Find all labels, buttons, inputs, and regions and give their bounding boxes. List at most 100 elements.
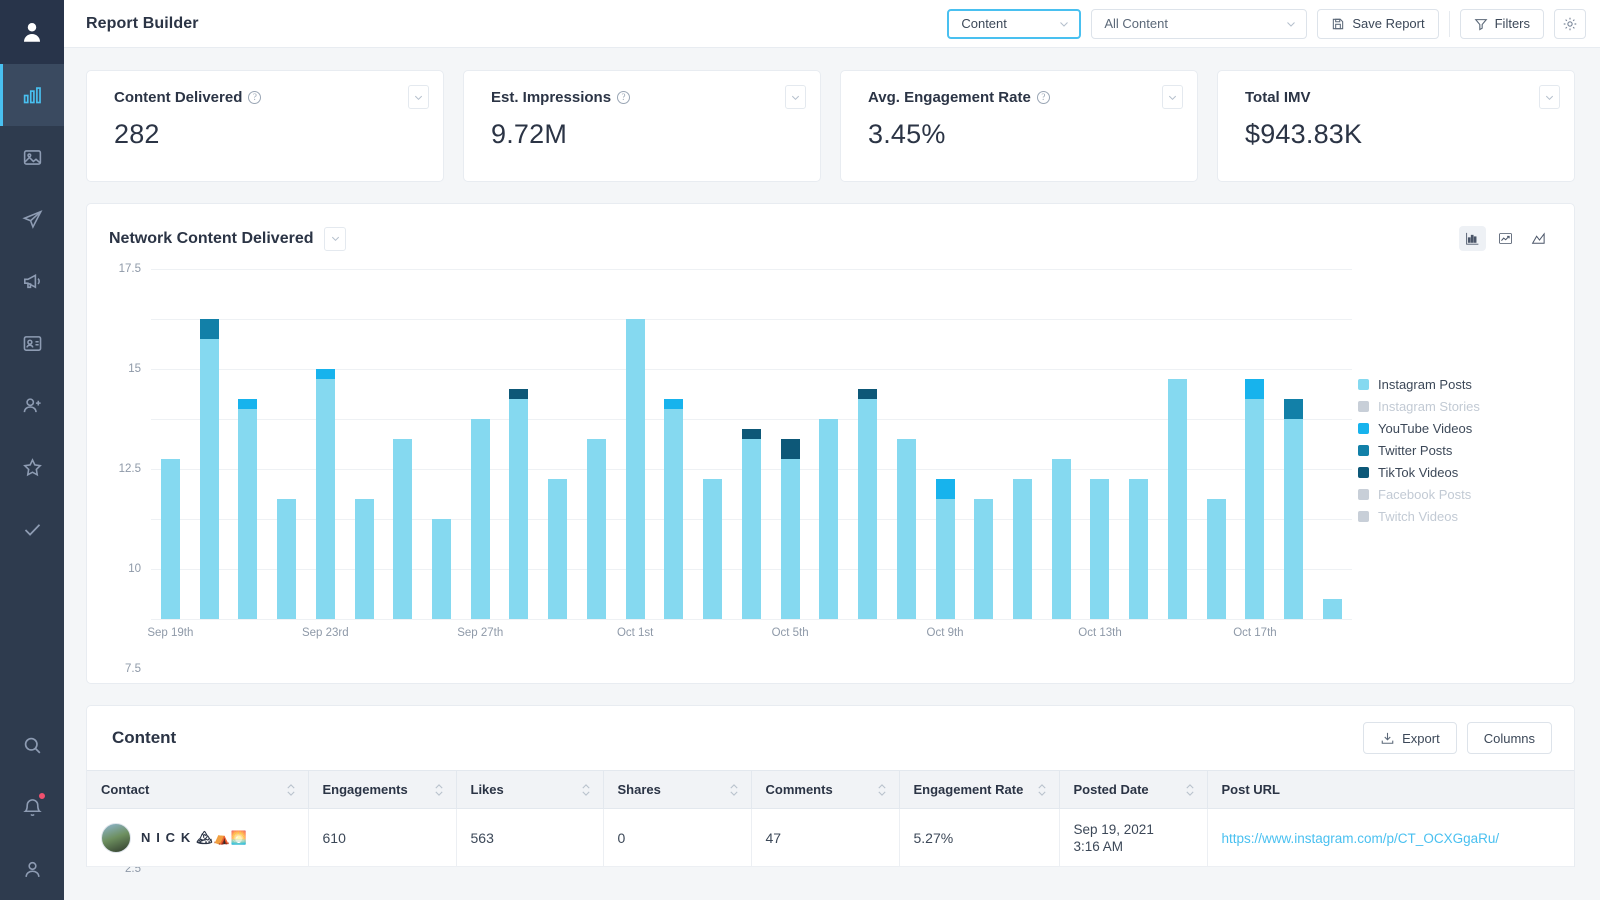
stacked-bar[interactable]	[1167, 379, 1187, 619]
sidebar-item-campaigns[interactable]	[0, 250, 64, 312]
bar-slot[interactable]	[538, 269, 577, 619]
bar-slot[interactable]	[655, 269, 694, 619]
stacked-bar[interactable]	[393, 439, 413, 619]
bar-slot[interactable]	[1313, 269, 1352, 619]
stacked-bar[interactable]	[935, 479, 955, 619]
bar-slot[interactable]	[1197, 269, 1236, 619]
column-header-contact[interactable]: Contact	[87, 770, 309, 809]
bar-slot[interactable]	[771, 269, 810, 619]
column-header-engagements[interactable]: Engagements	[308, 770, 457, 809]
global-search-button[interactable]	[0, 714, 64, 776]
column-header-posted-date[interactable]: Posted Date	[1059, 770, 1208, 809]
stacked-bar[interactable]	[1206, 499, 1226, 619]
bar-slot[interactable]	[151, 269, 190, 619]
export-button[interactable]: Export	[1363, 722, 1457, 754]
stacked-bar[interactable]	[1245, 379, 1265, 619]
content-scope-select[interactable]: All Content	[1091, 8, 1308, 39]
stacked-bar[interactable]	[974, 499, 994, 619]
bar-slot[interactable]	[616, 269, 655, 619]
chart-type-bar-button[interactable]	[1459, 226, 1486, 251]
bar-slot[interactable]	[461, 269, 500, 619]
bar-slot[interactable]	[693, 269, 732, 619]
sidebar-item-add-user[interactable]	[0, 374, 64, 436]
stacked-bar[interactable]	[664, 399, 684, 619]
kpi-menu-button[interactable]	[1162, 85, 1183, 109]
stacked-bar[interactable]	[509, 389, 529, 619]
stacked-bar[interactable]	[354, 499, 374, 619]
filters-button[interactable]: Filters	[1459, 8, 1544, 39]
stacked-bar[interactable]	[1129, 479, 1149, 619]
chart-menu-button[interactable]	[324, 226, 347, 251]
bar-slot[interactable]	[1236, 269, 1275, 619]
sidebar-item-contacts[interactable]	[0, 312, 64, 374]
stacked-bar[interactable]	[625, 319, 645, 619]
stacked-bar[interactable]	[1013, 479, 1033, 619]
legend-item[interactable]: TikTok Videos	[1358, 465, 1544, 480]
column-header-comments[interactable]: Comments	[751, 770, 900, 809]
bar-slot[interactable]	[1003, 269, 1042, 619]
bar-slot[interactable]	[267, 269, 306, 619]
bar-slot[interactable]	[190, 269, 229, 619]
stacked-bar[interactable]	[1322, 599, 1342, 619]
stacked-bar[interactable]	[1284, 399, 1304, 619]
chart-type-line-button[interactable]	[1492, 226, 1519, 251]
kpi-menu-button[interactable]	[1539, 85, 1560, 109]
help-icon[interactable]: ?	[1036, 91, 1050, 104]
column-header-likes[interactable]: Likes	[456, 770, 604, 809]
post-url-link[interactable]: https://www.instagram.com/p/CT_OCXGgaRu/	[1222, 831, 1500, 846]
columns-button[interactable]: Columns	[1466, 722, 1552, 754]
stacked-bar[interactable]	[586, 439, 606, 619]
table-row[interactable]: N I C K 🏔⛺🌅 610 563 0 47 5.27% Sep 19, 2021 3:1…	[87, 808, 1574, 867]
stacked-bar[interactable]	[277, 499, 297, 619]
stacked-bar[interactable]	[780, 439, 800, 619]
legend-item[interactable]: Instagram Stories	[1358, 399, 1544, 414]
sidebar-item-outreach[interactable]	[0, 188, 64, 250]
column-header-engagement-rate[interactable]: Engagement Rate	[899, 770, 1060, 809]
bar-slot[interactable]	[732, 269, 771, 619]
chart-type-area-button[interactable]	[1525, 226, 1552, 251]
bar-slot[interactable]	[1158, 269, 1197, 619]
bar-slot[interactable]	[926, 269, 965, 619]
bar-slot[interactable]	[228, 269, 267, 619]
legend-item[interactable]: Facebook Posts	[1358, 487, 1544, 502]
notifications-button[interactable]	[0, 776, 64, 838]
stacked-bar[interactable]	[470, 419, 490, 619]
bar-slot[interactable]	[887, 269, 926, 619]
sidebar-item-approvals[interactable]	[0, 498, 64, 560]
legend-item[interactable]: YouTube Videos	[1358, 421, 1544, 436]
stacked-bar[interactable]	[1051, 459, 1071, 619]
entity-type-select[interactable]: Content	[947, 8, 1082, 39]
bar-slot[interactable]	[345, 269, 384, 619]
bar-slot[interactable]	[1081, 269, 1120, 619]
stacked-bar[interactable]	[548, 479, 568, 619]
bar-slot[interactable]	[809, 269, 848, 619]
legend-item[interactable]: Twitter Posts	[1358, 443, 1544, 458]
sidebar-item-media[interactable]	[0, 126, 64, 188]
kpi-menu-button[interactable]	[785, 85, 806, 109]
stacked-bar[interactable]	[741, 429, 761, 619]
stacked-bar[interactable]	[1090, 479, 1110, 619]
legend-item[interactable]: Instagram Posts	[1358, 377, 1544, 392]
stacked-bar[interactable]	[703, 479, 723, 619]
stacked-bar[interactable]	[160, 459, 180, 619]
stacked-bar[interactable]	[896, 439, 916, 619]
bar-slot[interactable]	[1042, 269, 1081, 619]
help-icon[interactable]: ?	[617, 91, 631, 104]
kpi-menu-button[interactable]	[408, 85, 429, 109]
bar-slot[interactable]	[1119, 269, 1158, 619]
bar-slot[interactable]	[1274, 269, 1313, 619]
stacked-bar[interactable]	[858, 389, 878, 619]
bar-slot[interactable]	[383, 269, 422, 619]
save-report-button[interactable]: Save Report	[1317, 8, 1439, 39]
account-button[interactable]	[0, 838, 64, 900]
bar-slot[interactable]	[577, 269, 616, 619]
sidebar-item-favorites[interactable]	[0, 436, 64, 498]
help-icon[interactable]: ?	[248, 91, 262, 104]
column-header-shares[interactable]: Shares	[603, 770, 752, 809]
bar-slot[interactable]	[848, 269, 887, 619]
bar-slot[interactable]	[422, 269, 461, 619]
bar-slot[interactable]	[306, 269, 345, 619]
stacked-bar[interactable]	[238, 399, 258, 619]
stacked-bar[interactable]	[819, 419, 839, 619]
settings-button[interactable]	[1554, 8, 1586, 39]
